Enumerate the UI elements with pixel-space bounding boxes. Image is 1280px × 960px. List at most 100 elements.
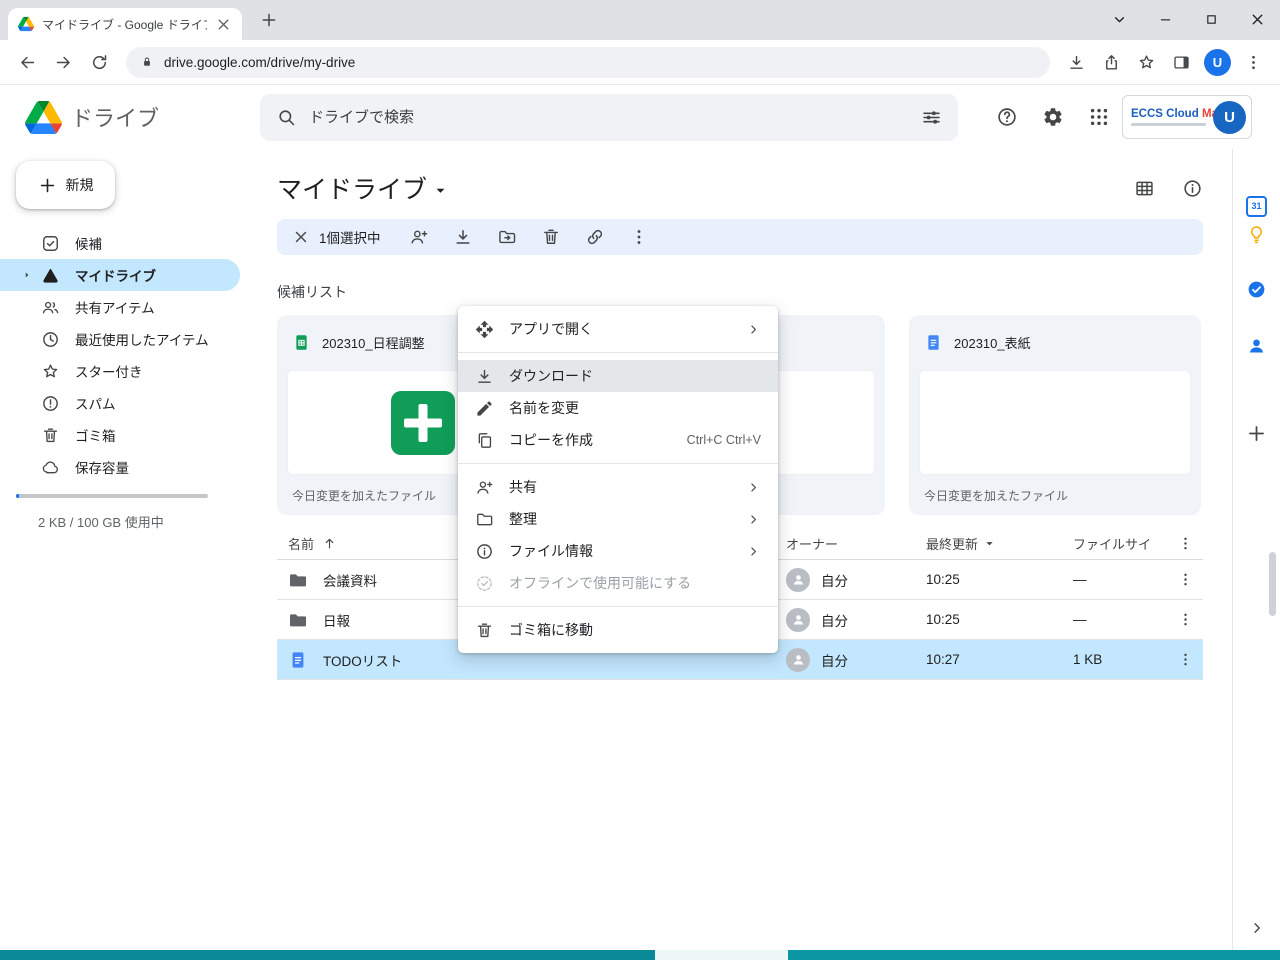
sidebar-item-trash[interactable]: ゴミ箱 <box>0 419 240 451</box>
menu-item-organize[interactable]: 整理 <box>458 503 778 535</box>
account-badge[interactable]: ECCS Cloud Mail U <box>1122 95 1252 139</box>
menu-item-move-to-trash[interactable]: ゴミ箱に移動 <box>458 614 778 646</box>
sheets-logo-preview <box>391 391 455 455</box>
get-addons-plus-icon[interactable] <box>1246 422 1268 444</box>
submenu-arrow-icon <box>746 512 761 527</box>
sidebar-item-label: スター付き <box>75 361 143 381</box>
column-header-modified[interactable]: 最終更新 <box>918 534 1065 553</box>
menu-item-download[interactable]: ダウンロード <box>458 360 778 392</box>
sidebar-item-shared[interactable]: 共有アイテム <box>0 291 240 323</box>
bookmark-star-icon[interactable] <box>1130 46 1163 79</box>
row-more-button[interactable] <box>1167 651 1203 668</box>
share-person-add-icon <box>475 478 494 497</box>
search-options-tune-icon[interactable] <box>921 107 942 128</box>
page-title[interactable]: マイドライブ <box>277 170 450 206</box>
sidebar-item-storage[interactable]: 保存容量 <box>0 451 240 483</box>
expand-caret-icon[interactable] <box>21 269 33 281</box>
browser-menu-icon[interactable] <box>1237 46 1270 79</box>
row-more-button[interactable] <box>1167 611 1203 628</box>
address-bar[interactable]: drive.google.com/drive/my-drive <box>126 47 1050 78</box>
storage-progress-bar <box>16 494 208 498</box>
selection-toolbar: 1個選択中 <box>277 219 1203 255</box>
download-icon[interactable] <box>453 227 473 247</box>
share-person-add-icon[interactable] <box>409 227 429 247</box>
drive-search-bar[interactable] <box>260 94 958 141</box>
window-close-button[interactable] <box>1234 0 1280 38</box>
collapse-panel-chevron-icon[interactable] <box>1246 917 1268 939</box>
reload-button[interactable] <box>82 45 116 79</box>
back-button[interactable] <box>10 45 44 79</box>
contacts-person-icon[interactable] <box>1246 334 1268 356</box>
grid-view-icon[interactable] <box>1134 178 1155 199</box>
sidebar-item-recent[interactable]: 最近使用したアイテム <box>0 323 240 355</box>
side-panel-icon[interactable] <box>1165 46 1198 79</box>
person-icon <box>791 572 806 587</box>
move-folder-icon[interactable] <box>497 227 517 247</box>
scrollbar-thumb[interactable] <box>1269 552 1276 616</box>
share-icon[interactable] <box>1095 46 1128 79</box>
browser-profile-avatar[interactable]: U <box>1204 49 1231 76</box>
submenu-arrow-icon <box>746 544 761 559</box>
file-name: TODOリスト <box>323 650 402 670</box>
tasks-check-icon[interactable] <box>1246 278 1268 300</box>
details-info-icon[interactable] <box>1182 178 1203 199</box>
caret-down-icon[interactable] <box>982 536 997 551</box>
column-settings-menu[interactable] <box>1167 535 1203 552</box>
column-header-owner[interactable]: オーナー <box>778 534 918 553</box>
taskbar-edge-segment <box>0 950 655 960</box>
account-avatar[interactable]: U <box>1213 101 1246 134</box>
sidebar-item-spam[interactable]: スパム <box>0 387 240 419</box>
new-button[interactable]: 新規 <box>16 161 115 209</box>
my-drive-triangle-icon <box>41 266 60 285</box>
column-header-size[interactable]: ファイルサイ <box>1065 534 1167 553</box>
google-apps-grid-icon[interactable] <box>1088 106 1110 128</box>
window-maximize-button[interactable] <box>1188 0 1234 38</box>
search-input[interactable] <box>309 109 909 126</box>
tab-close-icon[interactable] <box>215 16 232 33</box>
forward-button[interactable] <box>46 45 80 79</box>
sidebar-item-starred[interactable]: スター付き <box>0 355 240 387</box>
lock-icon[interactable] <box>140 55 154 69</box>
settings-gear-icon[interactable] <box>1042 106 1064 128</box>
window-controls <box>1096 0 1280 38</box>
badge-brand-primary: ECCS Cloud <box>1131 108 1199 120</box>
starred-star-icon <box>41 362 60 381</box>
caret-down-icon[interactable] <box>431 181 450 200</box>
browser-tab[interactable]: マイドライブ - Google ドライブ <box>8 8 242 40</box>
owner-avatar <box>786 648 810 672</box>
submenu-arrow-icon <box>746 322 761 337</box>
account-badge-subtext-line <box>1131 123 1206 126</box>
owner-name: 自分 <box>821 650 848 670</box>
sort-ascending-arrow-icon[interactable] <box>322 536 337 551</box>
sidebar-item-label: 最近使用したアイテム <box>75 329 209 349</box>
menu-item-rename[interactable]: 名前を変更 <box>458 392 778 424</box>
sidebar-item-suggestions[interactable]: 候補 <box>0 227 240 259</box>
menu-item-make-copy[interactable]: コピーを作成 Ctrl+C Ctrl+V <box>458 424 778 456</box>
taskbar-edge <box>0 950 1280 960</box>
folder-icon <box>288 570 308 590</box>
menu-item-open-with[interactable]: アプリで開く <box>458 313 778 345</box>
more-vertical-icon[interactable] <box>629 227 649 247</box>
trash-icon[interactable] <box>541 227 561 247</box>
copy-link-icon[interactable] <box>585 227 605 247</box>
row-more-button[interactable] <box>1167 571 1203 588</box>
page-title-text: マイドライブ <box>277 170 427 206</box>
window-minimize-button[interactable] <box>1142 0 1188 38</box>
new-tab-button[interactable] <box>260 11 278 29</box>
calendar-icon[interactable]: 31 <box>1246 195 1268 217</box>
keep-bulb-icon[interactable] <box>1246 223 1268 245</box>
download-tray-icon[interactable] <box>1060 46 1093 79</box>
drive-brand[interactable]: ドライブ <box>0 101 235 134</box>
sidebar-item-my-drive[interactable]: マイドライブ <box>0 259 240 291</box>
menu-item-file-info[interactable]: ファイル情報 <box>458 535 778 567</box>
menu-item-share[interactable]: 共有 <box>458 471 778 503</box>
clear-selection-button[interactable] <box>287 223 315 251</box>
tab-search-chevron-icon[interactable] <box>1096 0 1142 38</box>
browser-toolbar: drive.google.com/drive/my-drive U <box>0 40 1280 85</box>
help-icon[interactable] <box>996 106 1018 128</box>
suggestions-check-icon <box>41 234 60 253</box>
suggestion-card-docs[interactable]: 202310_表紙 今日変更を加えたファイル <box>909 315 1201 515</box>
owner-name: 自分 <box>821 570 848 590</box>
search-icon[interactable] <box>276 107 297 128</box>
title-row: マイドライブ <box>277 170 1203 206</box>
